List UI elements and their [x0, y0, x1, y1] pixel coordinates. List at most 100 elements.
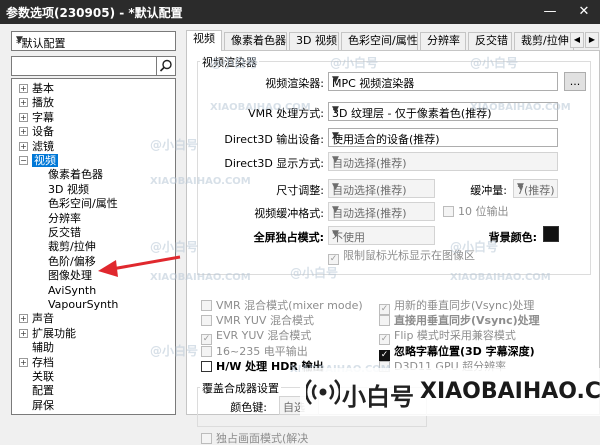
tree-item[interactable]: + 字幕	[19, 111, 54, 124]
tree-item-label: 色阶/偏移	[48, 254, 96, 268]
option-checkbox[interactable]: 直接用垂直同步(Vsync)处理	[379, 314, 540, 327]
option-label: VMR 混合模式(mixer mode)	[216, 299, 363, 312]
chevron-down-icon: ▼	[332, 182, 339, 192]
tree-item[interactable]: − 视频	[19, 154, 58, 167]
chevron-right-icon[interactable]: ▶	[585, 32, 599, 48]
tree-item[interactable]: 屏保	[19, 399, 54, 412]
collapse-icon[interactable]: −	[19, 156, 28, 165]
option-checkbox[interactable]: 16~235 电平输出	[201, 345, 308, 358]
tab[interactable]: 反交错	[468, 32, 512, 50]
tree-item-label: 3D 视频	[48, 182, 89, 196]
tenbit-checkbox[interactable]: 10 位输出	[443, 205, 509, 218]
tree-item[interactable]: 3D 视频	[48, 183, 89, 196]
tree-item[interactable]: + 设备	[19, 125, 54, 138]
checkbox-box	[443, 206, 454, 217]
tab[interactable]: 视频	[186, 30, 222, 51]
tree-item[interactable]: + 基本	[19, 82, 54, 95]
tenbit-checkbox-label: 10 位输出	[458, 205, 509, 218]
tree-item-label: 播放	[32, 96, 54, 110]
tree-item[interactable]: 分辨率	[48, 212, 81, 225]
tab[interactable]: 色彩空间/属性	[341, 32, 418, 50]
tree-item-label: 分辨率	[48, 211, 81, 225]
tab[interactable]: 像素着色器	[224, 32, 287, 50]
expand-icon[interactable]: +	[19, 314, 28, 324]
tree-item-label: 基本	[32, 82, 54, 95]
chevron-down-icon: ▼	[332, 205, 339, 215]
tree-item-label: 配置	[32, 384, 54, 398]
expand-icon[interactable]: +	[19, 112, 28, 122]
renderer-settings-button[interactable]: ...	[564, 72, 586, 91]
tree-item[interactable]: + 扩展功能	[19, 327, 76, 340]
watermark: @小白号	[470, 56, 519, 70]
close-icon[interactable]: ✕	[574, 2, 594, 22]
option-checkbox[interactable]: VMR YUV 混合模式	[201, 314, 314, 327]
tree-item[interactable]: 像素着色器	[48, 168, 103, 181]
title-bar: 参数选项(230905) - *默认配置 — ✕	[0, 0, 600, 24]
d3d-device-select[interactable]: 使用适合的设备(推荐) ▼	[328, 128, 558, 147]
tree-item[interactable]: 色阶/偏移	[48, 255, 96, 268]
tree-item[interactable]: 反交错	[48, 226, 81, 239]
tree-item[interactable]: + 存档	[19, 356, 54, 369]
renderer-label: 视频渲染器:	[265, 77, 324, 90]
option-label: EVR YUV 混合模式	[216, 329, 312, 343]
tree-item-label: 屏保	[32, 398, 54, 412]
expand-icon[interactable]: +	[19, 127, 28, 137]
search-button[interactable]	[156, 56, 176, 76]
chevron-down-icon: ▼	[332, 131, 339, 141]
tree-item-label: 辅助	[32, 341, 54, 355]
buffer-select[interactable]: 7(推荐) ▼	[513, 179, 558, 198]
tab[interactable]: 3D 视频	[289, 32, 339, 50]
tree-item-label: 声音	[32, 312, 54, 326]
standalone-checkbox[interactable]: 独占画面模式(解决	[201, 432, 308, 445]
watermark: @小白号	[330, 56, 379, 70]
tab[interactable]: 裁剪/拉伸	[514, 32, 574, 50]
exclusive-select[interactable]: 不使用 ▼	[328, 226, 435, 245]
option-checkbox[interactable]: ✓ EVR YUV 混合模式	[201, 329, 312, 346]
resize-select[interactable]: 自动选择(推荐) ▼	[328, 179, 435, 198]
option-checkbox[interactable]: ✓ 用新的垂直同步(Vsync)处理	[379, 299, 534, 315]
minimize-icon[interactable]: —	[540, 2, 560, 22]
tree-item[interactable]: VapourSynth	[48, 298, 118, 311]
renderer-select[interactable]: MPC 视频渲染器 ▼	[328, 72, 558, 91]
tab[interactable]: 分辨率	[420, 32, 466, 50]
option-checkbox[interactable]: ✓ 忽略字幕位置(3D 字幕深度)	[379, 345, 535, 361]
tree-item[interactable]: + 播放	[19, 96, 54, 109]
tree-item-label: 视频	[32, 154, 58, 167]
d3d-display-label: Direct3D 显示方式:	[224, 157, 324, 170]
dialog-body: *默认配置 ▼ + 基本 + 播放 + 字幕 + 设备 + 滤镜 − 视频 像素着色器 3D 视频 色彩空间…	[0, 24, 600, 445]
tree-item[interactable]: 图像处理	[48, 269, 92, 282]
tree-item[interactable]: 配置	[19, 384, 54, 397]
watermark: @小白号	[150, 344, 199, 358]
chevron-left-icon[interactable]: ◀	[570, 32, 584, 48]
expand-icon[interactable]: +	[19, 98, 28, 108]
tree-item[interactable]: AviSynth	[48, 284, 96, 297]
surface-select[interactable]: 自动选择(推荐) ▼	[328, 202, 435, 221]
tree-item[interactable]: 辅助	[19, 341, 54, 354]
tree-item-label: VapourSynth	[48, 298, 119, 311]
expand-icon[interactable]: +	[19, 328, 28, 338]
tree-item[interactable]: 关联	[19, 370, 54, 383]
d3d-display-select[interactable]: 自动选择(推荐) ▼	[328, 152, 558, 171]
bg-color-swatch[interactable]	[543, 226, 559, 242]
tree-item[interactable]: 色彩空间/属性	[48, 197, 118, 210]
tree-item-label: 设备	[32, 125, 54, 139]
expand-icon[interactable]: +	[19, 84, 28, 93]
checkbox-box	[379, 315, 390, 327]
search-input[interactable]	[11, 56, 176, 76]
search-icon	[159, 59, 172, 72]
chevron-down-icon: ▼	[332, 75, 339, 85]
expand-icon[interactable]: +	[19, 357, 28, 367]
option-checkbox[interactable]: VMR 混合模式(mixer mode)	[201, 299, 363, 312]
profile-select[interactable]: *默认配置 ▼	[11, 31, 176, 51]
tree-item[interactable]: + 滤镜	[19, 140, 54, 153]
watermark: @小白号	[450, 240, 499, 254]
option-checkbox[interactable]: ✓ Flip 模式时采用兼容模式	[379, 329, 516, 346]
surface-label: 视频缓冲格式:	[254, 207, 324, 220]
tree-item-label: 反交错	[48, 226, 81, 239]
tree-item[interactable]: 裁剪/拉伸	[48, 240, 96, 253]
option-label: VMR YUV 混合模式	[216, 314, 314, 328]
buffer-label: 缓冲量:	[470, 184, 507, 197]
d3d-device-label: Direct3D 输出设备:	[224, 133, 324, 146]
expand-icon[interactable]: +	[19, 141, 28, 151]
tree-item[interactable]: + 声音	[19, 312, 54, 325]
